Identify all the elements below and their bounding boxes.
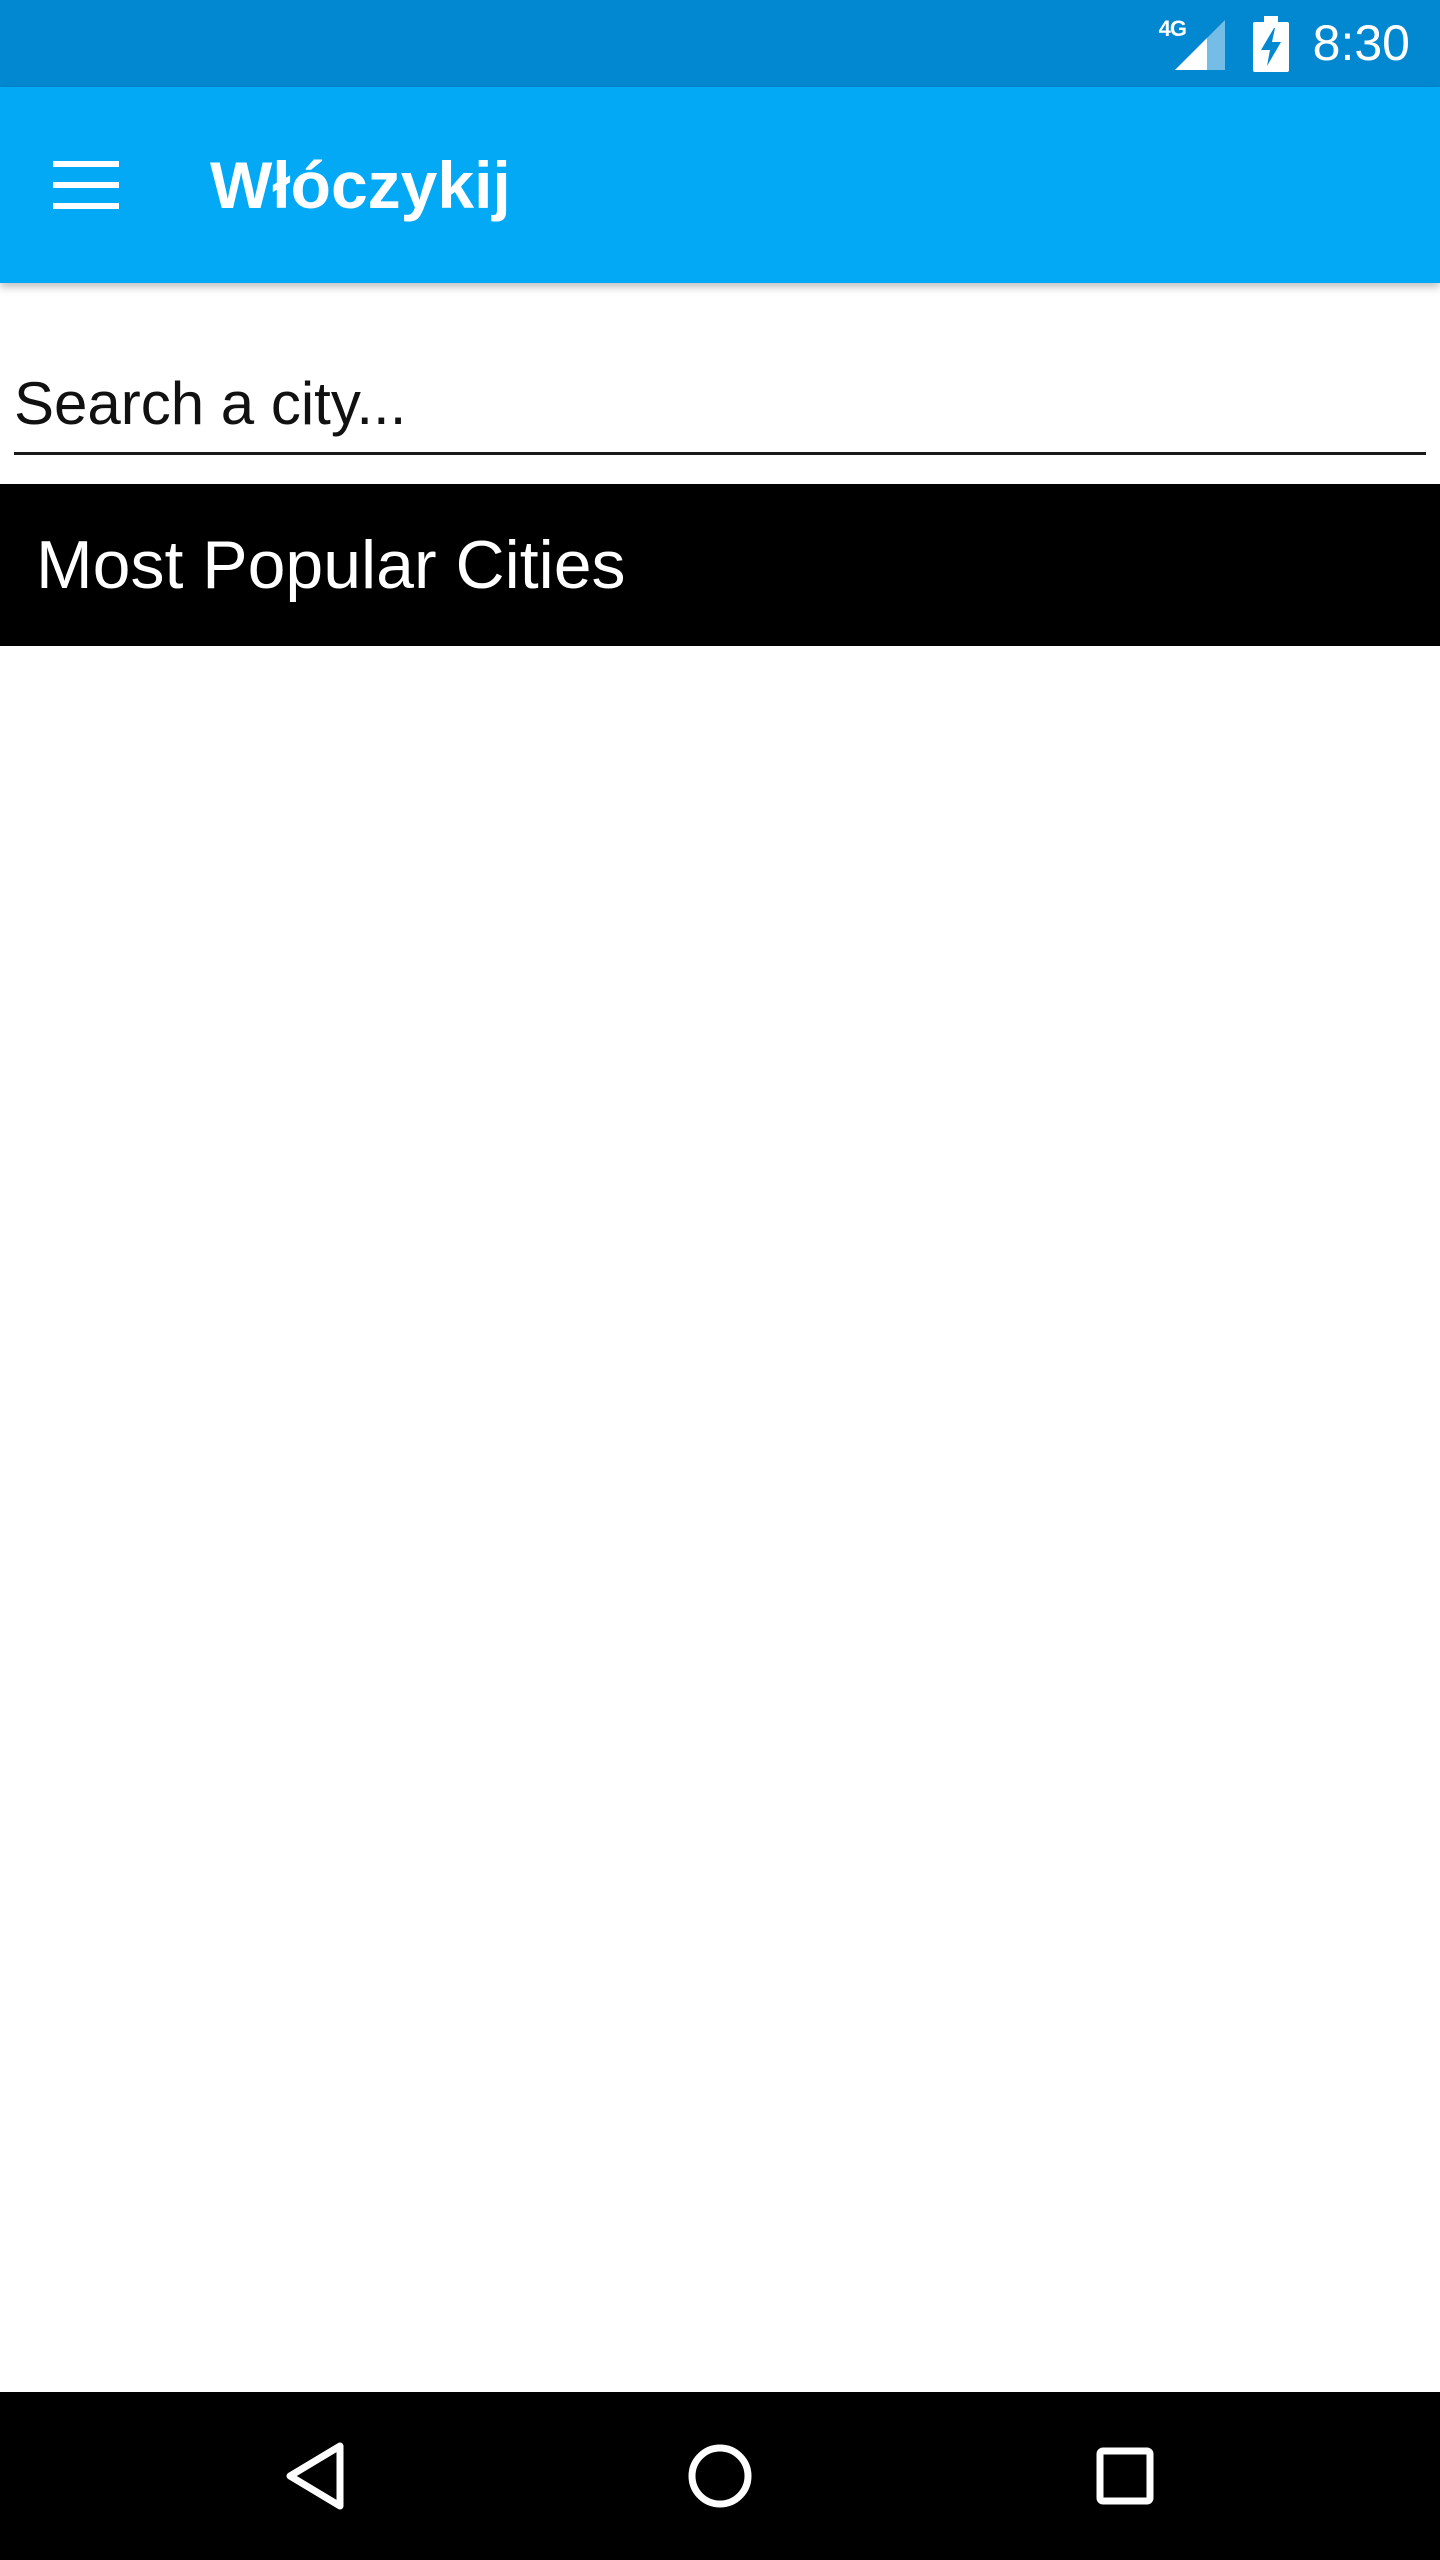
search-container	[14, 355, 1426, 455]
cellular-signal-icon: 4G	[1159, 17, 1225, 70]
home-button[interactable]	[670, 2426, 770, 2526]
menu-button[interactable]	[36, 135, 136, 235]
city-list	[0, 646, 1440, 2392]
navigation-bar	[0, 2392, 1440, 2560]
signal-strength-icon	[1174, 19, 1225, 70]
section-header-most-popular: Most Popular Cities	[0, 484, 1440, 646]
recents-button[interactable]	[1075, 2426, 1175, 2526]
city-search-input[interactable]	[14, 355, 1426, 455]
battery-charging-icon	[1252, 15, 1289, 72]
app-bar: Włóczykij	[0, 87, 1440, 283]
hamburger-menu-icon	[53, 161, 119, 209]
back-triangle-icon	[286, 2442, 344, 2510]
status-clock: 8:30	[1312, 15, 1410, 71]
status-bar: 4G 8:30	[0, 0, 1440, 87]
home-circle-icon	[688, 2444, 752, 2508]
app-title: Włóczykij	[210, 148, 511, 222]
recents-square-icon	[1096, 2447, 1154, 2505]
back-button[interactable]	[266, 2426, 366, 2526]
